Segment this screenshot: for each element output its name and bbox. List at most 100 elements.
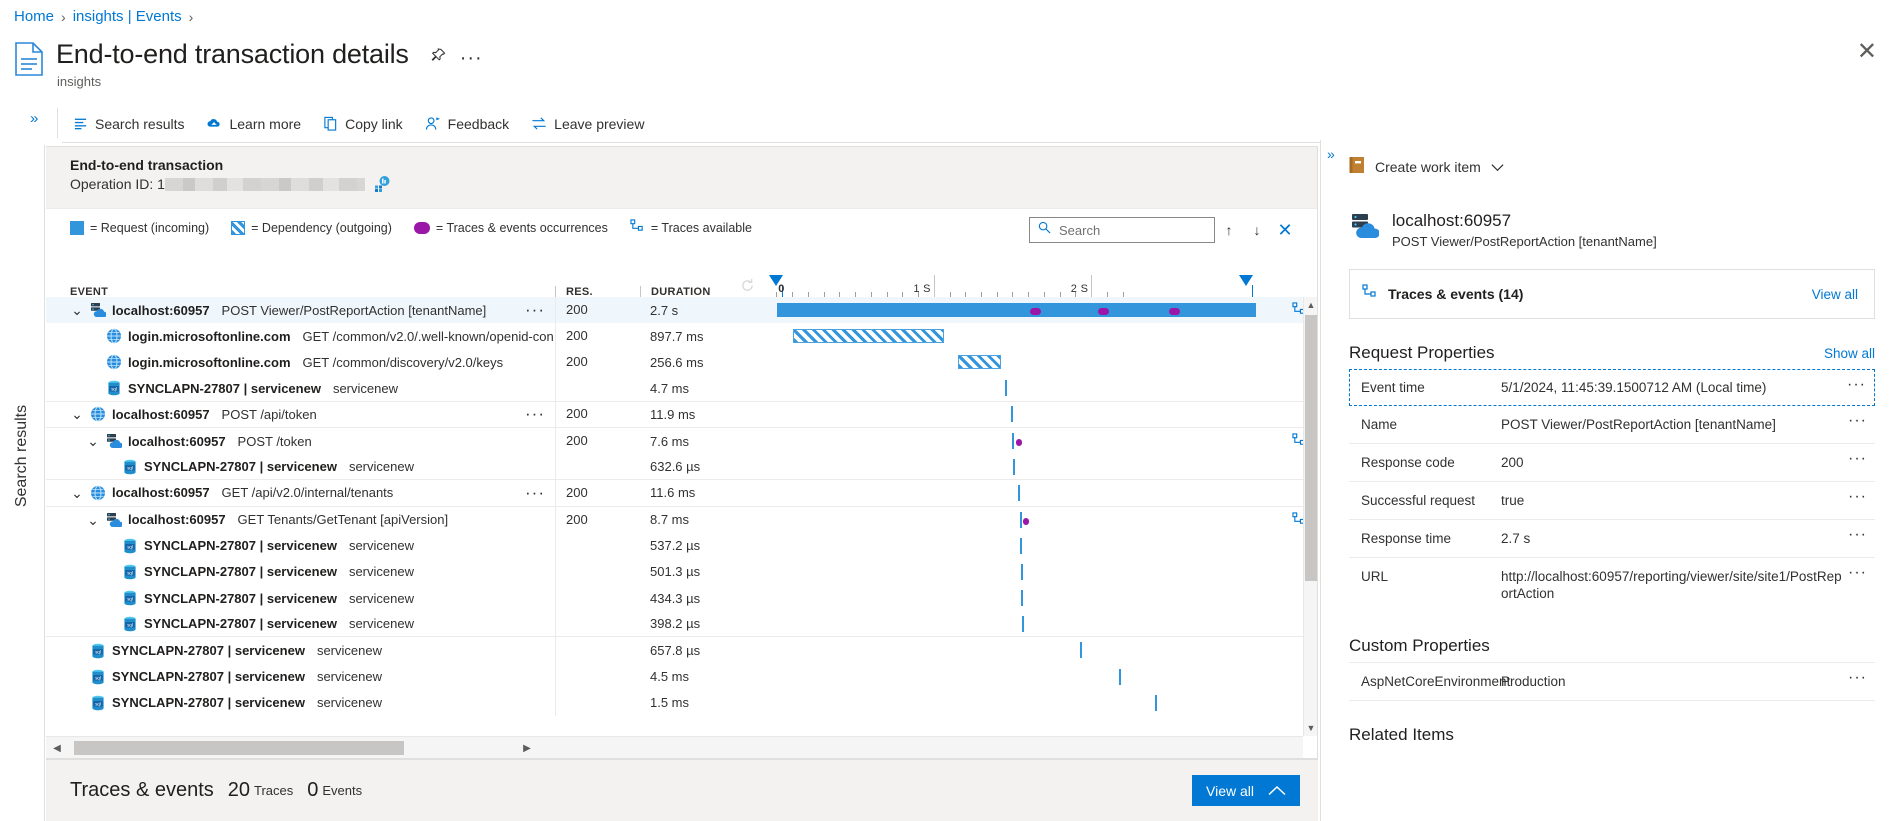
row-more-icon[interactable]: ··· [525,406,555,422]
property-row[interactable]: URL http://localhost:60957/reporting/view… [1349,558,1875,612]
trace-occurrence-dot[interactable] [1169,308,1181,315]
table-row[interactable]: ⌄ localhost:60957 POST Viewer/PostReportAc… [46,297,1317,324]
table-row[interactable]: ⌄login.microsoftonline.comGET /common/v2… [46,323,1317,350]
search-close-icon[interactable]: ✕ [1271,217,1299,243]
pin-icon[interactable] [431,48,446,68]
table-row[interactable]: ⌄ localhost:60957 GET /api/v2.0/internal/t… [46,479,1317,507]
table-row[interactable]: ⌄login.microsoftonline.comGET /common/di… [46,349,1317,376]
timeline-range-marker[interactable] [1238,275,1253,307]
expand-panel-icon[interactable]: » [30,110,38,127]
timeline-bar[interactable] [1012,432,1015,449]
traces-events-card[interactable]: Traces & events (14) View all [1349,269,1875,319]
property-row[interactable]: Successful request true ··· [1349,482,1875,520]
svg-text:sql: sql [127,570,133,575]
search-input[interactable] [1059,222,1206,238]
row-expand-caret-icon[interactable]: ⌄ [70,303,84,317]
table-row[interactable]: ⌄sqlSYNCLAPN-27807 | servicenewservicene… [46,453,1317,481]
timeline-bar[interactable] [1021,615,1024,632]
timeline-bar[interactable] [793,329,944,344]
trace-occurrence-dot[interactable] [1016,438,1023,446]
row-more-icon[interactable]: ··· [525,485,555,501]
timeline-bar[interactable] [1005,380,1008,397]
ruler-major-tick [1091,275,1093,297]
timeline-bar[interactable] [1020,563,1023,580]
request-properties-show-all-link[interactable]: Show all [1824,346,1875,361]
timeline-bar[interactable] [1017,484,1020,501]
search-next-icon[interactable]: ↓ [1243,217,1271,243]
timeline-bar[interactable] [957,355,1002,370]
property-more-icon[interactable]: ··· [1847,377,1866,393]
property-more-icon[interactable]: ··· [1848,451,1867,467]
row-expand-caret-icon[interactable]: ⌄ [86,434,100,448]
header-more-icon[interactable]: ··· [460,48,483,68]
timeline-bar[interactable] [1021,590,1024,607]
trace-occurrence-dot[interactable] [1030,308,1042,315]
vertical-scrollbar[interactable]: ▲ ▼ [1303,297,1317,736]
table-row[interactable]: ⌄sqlSYNCLAPN-27807 | servicenewservicene… [46,585,1317,612]
property-more-icon[interactable]: ··· [1848,670,1867,686]
trace-occurrence-dot[interactable] [1098,308,1110,315]
cmd-label: Copy link [345,115,403,132]
ruler-tick-label: 0 [778,283,785,295]
timeline-ruler[interactable]: 1 S 2 S 0 [742,275,1303,307]
timeline-bar[interactable] [1010,406,1013,423]
property-more-icon[interactable]: ··· [1848,565,1867,581]
traces-view-all-link[interactable]: View all [1812,287,1858,302]
vertical-scroll-thumb[interactable] [1305,315,1317,581]
scroll-right-arrow-icon[interactable]: ▶ [516,737,538,759]
table-row[interactable]: ⌄ localhost:60957 GET Tenants/GetTenant [a… [46,506,1317,533]
property-more-icon[interactable]: ··· [1848,527,1867,543]
cmd-feedback[interactable]: Feedback [414,111,520,137]
row-response-code [555,585,640,612]
table-row[interactable]: ⌄ localhost:60957 POST /token 200 7.6 ms [46,427,1317,455]
timeline-bar[interactable] [776,303,1256,317]
timeline-bar[interactable] [1080,642,1083,659]
table-row[interactable]: ⌄sqlSYNCLAPN-27807 | servicenewservicene… [46,610,1317,638]
property-row[interactable]: Name POST Viewer/PostReportAction [tenant… [1349,406,1875,444]
property-more-icon[interactable]: ··· [1848,413,1867,429]
property-row[interactable]: Response code 200 ··· [1349,444,1875,482]
details-collapse-icon[interactable]: » [1327,146,1335,162]
breadcrumb-item-home[interactable]: Home [14,8,54,25]
timeline-bar[interactable] [1155,694,1158,711]
table-row[interactable]: ⌄sqlSYNCLAPN-27807 | servicenewservicene… [46,375,1317,402]
timeline-bar[interactable] [1119,668,1122,685]
table-row[interactable]: ⌄sqlSYNCLAPN-27807 | servicenewservicene… [46,663,1317,690]
scroll-left-arrow-icon[interactable]: ◀ [46,737,68,759]
table-row[interactable]: ⌄sqlSYNCLAPN-27807 | servicenewservicene… [46,689,1317,716]
cmd-copy-link[interactable]: Copy link [312,111,414,137]
row-expand-caret-icon[interactable]: ⌄ [70,486,84,500]
scroll-up-arrow-icon[interactable]: ▲ [1304,297,1318,313]
search-prev-icon[interactable]: ↑ [1215,217,1243,243]
property-row[interactable]: AspNetCoreEnvironment Production ··· [1349,662,1875,701]
close-icon[interactable]: ✕ [1857,40,1877,64]
row-expand-caret-icon[interactable]: ⌄ [70,407,84,421]
create-work-item-button[interactable]: Create work item [1349,152,1875,181]
cmd-search-results[interactable]: Search results [62,111,195,137]
view-all-button[interactable]: View all [1192,775,1300,806]
horizontal-scrollbar[interactable]: ◀ ▶ [46,736,1303,758]
table-row[interactable]: ⌄sqlSYNCLAPN-27807 | servicenewservicene… [46,558,1317,586]
timeline-bar[interactable] [1019,511,1022,528]
row-more-icon[interactable]: ··· [525,302,555,318]
trace-occurrence-dot[interactable] [1022,517,1029,525]
timeline-bar[interactable] [1020,537,1023,554]
property-row[interactable]: Response time 2.7 s ··· [1349,520,1875,558]
refresh-icon[interactable] [740,278,755,296]
property-more-icon[interactable]: ··· [1848,489,1867,505]
rail-label-search-results[interactable]: Search results [13,405,31,507]
timeline-bar[interactable] [1013,458,1016,475]
breadcrumb-item-insights-events[interactable]: insights | Events [73,8,182,25]
cmd-label: Search results [95,115,185,132]
horizontal-scroll-thumb[interactable] [74,741,404,755]
scroll-down-arrow-icon[interactable]: ▼ [1304,720,1318,736]
row-expand-caret-icon[interactable]: ⌄ [86,513,100,527]
cmd-leave-preview[interactable]: Leave preview [520,111,655,137]
table-row[interactable]: ⌄ localhost:60957 POST /api/token ··· 200 11.… [46,401,1317,428]
table-row[interactable]: ⌄sqlSYNCLAPN-27807 | servicenewservicene… [46,532,1317,559]
table-row[interactable]: ⌄sqlSYNCLAPN-27807 | servicenewservicene… [46,637,1317,664]
metrics-chart-icon[interactable] [374,176,390,192]
search-box[interactable] [1029,217,1215,243]
cmd-learn-more[interactable]: Learn more [195,111,312,137]
property-row[interactable]: Event time 5/1/2024, 11:45:39.1500712 AM … [1349,369,1875,406]
